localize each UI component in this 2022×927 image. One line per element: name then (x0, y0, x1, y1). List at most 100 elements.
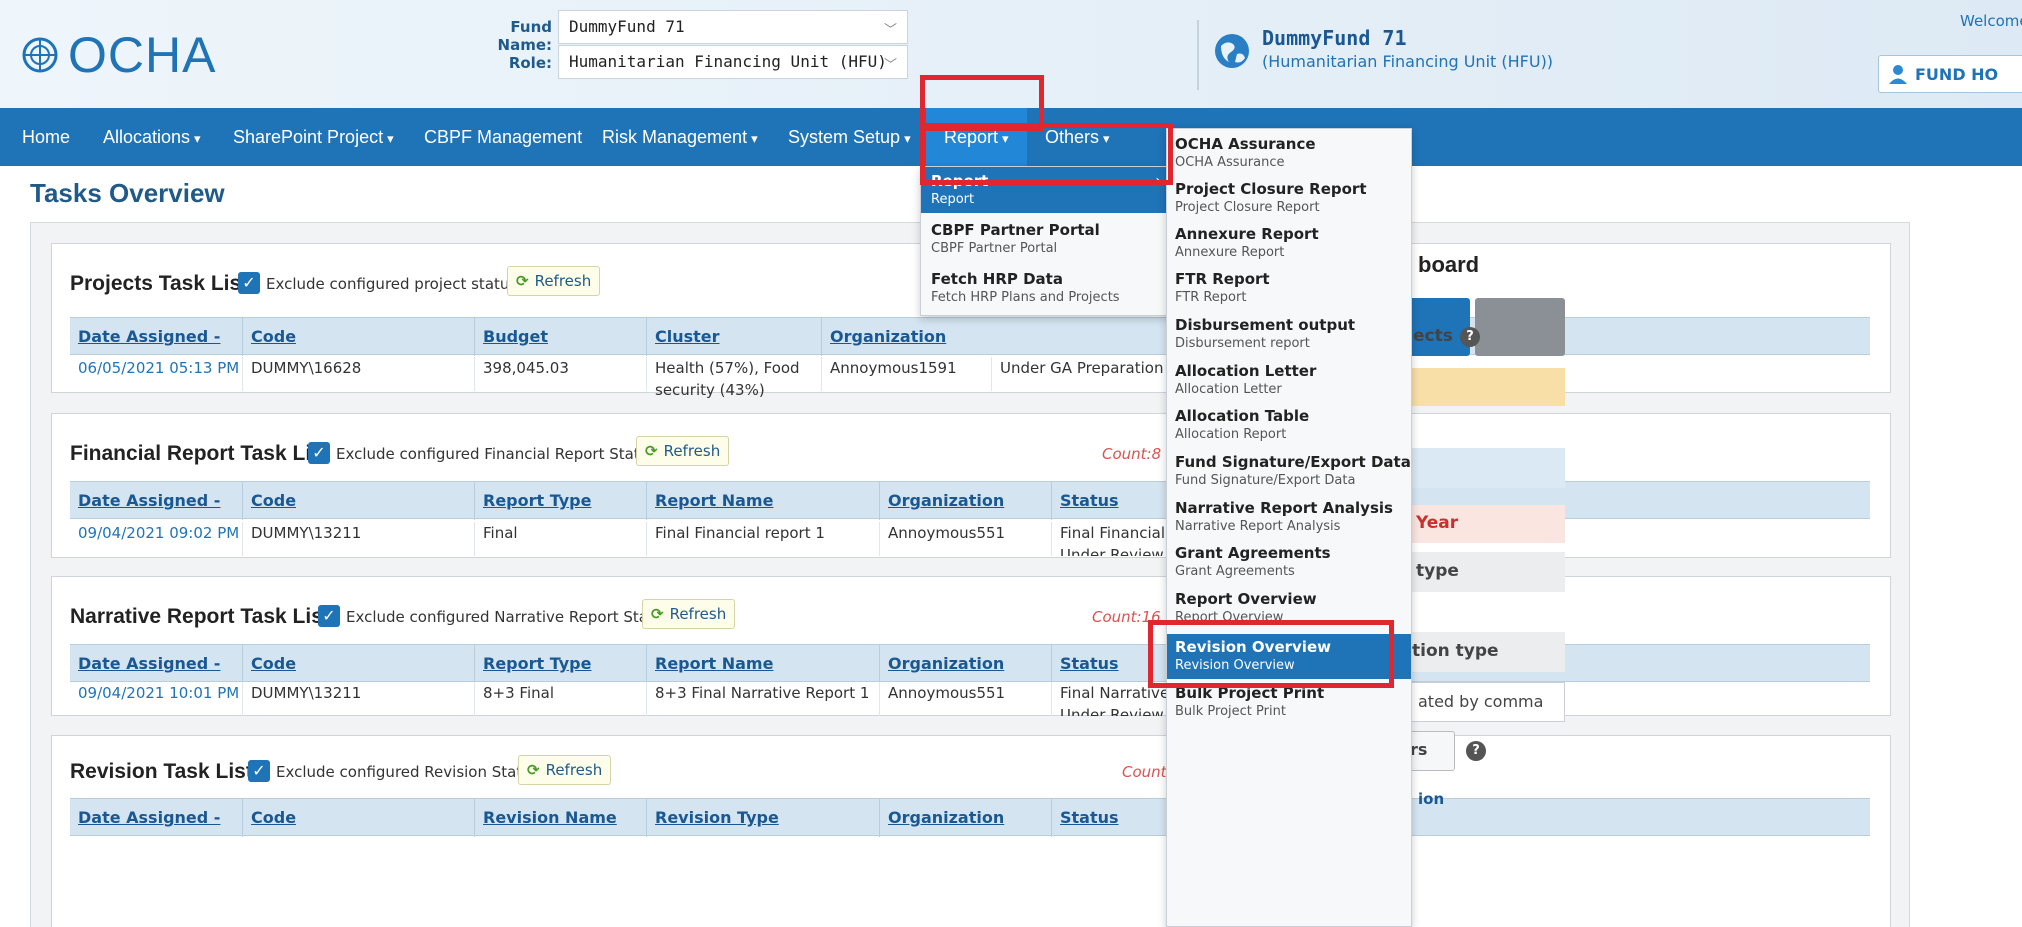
submenu-item-fund-signature-export[interactable]: Fund Signature/Export Data Fund Signature… (1167, 449, 1411, 494)
nav-cbpf-management[interactable]: CBPF Management (424, 108, 582, 166)
projects-refresh-button[interactable]: ⟳ Refresh (507, 266, 601, 296)
submenu-item-bulk-project-print[interactable]: Bulk Project Print Bulk Project Print (1167, 680, 1411, 725)
chevron-down-icon: ▾ (751, 131, 758, 146)
menu-item-fetch-hrp-data[interactable]: Fetch HRP Data Fetch HRP Plans and Proje… (921, 265, 1169, 311)
submenu-item-grant-agreements[interactable]: Grant Agreements Grant Agreements (1167, 540, 1411, 585)
submenu-item-ftr-report[interactable]: FTR Report FTR Report (1167, 266, 1411, 311)
narrative-task-title: Narrative Report Task List (70, 605, 330, 628)
submenu-item-revision-overview[interactable]: Revision Overview Revision Overview (1167, 634, 1411, 679)
tasks-container: Projects Task List ✓ Exclude configured … (30, 222, 1910, 927)
nav-risk-management[interactable]: Risk Management ▾ (602, 108, 758, 166)
financial-refresh-button[interactable]: ⟳ Refresh (636, 436, 730, 466)
narrative-refresh-button[interactable]: ⟳ Refresh (642, 599, 736, 629)
submenu-item-allocation-letter[interactable]: Allocation Letter Allocation Letter (1167, 358, 1411, 403)
help-icon[interactable]: ? (1460, 327, 1480, 347)
menu-item-sub: Fund Signature/Export Data (1175, 473, 1356, 488)
col-cluster[interactable]: Cluster (646, 318, 821, 356)
menu-item-report[interactable]: Report Report › (921, 167, 1169, 213)
col-code[interactable]: Code (242, 799, 474, 837)
menu-item-sub: Grant Agreements (1175, 564, 1295, 579)
nav-sharepoint[interactable]: SharePoint Project ▾ (233, 108, 394, 166)
menu-item-sub: Bulk Project Print (1175, 704, 1286, 719)
col-date-assigned[interactable]: Date Assigned - (70, 645, 242, 683)
financial-report-task-panel: Financial Report Task List ✓ Exclude con… (51, 413, 1891, 558)
exclude-revision-statuses-checkbox[interactable]: ✓ (248, 760, 270, 782)
exclude-narrative-statuses-checkbox[interactable]: ✓ (318, 605, 340, 627)
page-title: Tasks Overview (30, 178, 225, 208)
col-organization[interactable]: Organization (879, 799, 1051, 837)
cluster-line1: Health (57%), Food (655, 359, 800, 377)
revision-refresh-button[interactable]: ⟳ Refresh (518, 755, 612, 785)
current-fund-name: DummyFund 71 (1262, 26, 1407, 50)
table-row[interactable]: 06/05/2021 05:13 PM DUMMY\16628 398,045.… (70, 357, 1870, 399)
col-code[interactable]: Code (242, 645, 474, 683)
menu-item-title: Bulk Project Print (1175, 684, 1325, 702)
table-row[interactable]: 09/04/2021 09:02 PM DUMMY\13211 Final Fi… (70, 522, 1870, 556)
col-organization[interactable]: Organization (879, 482, 1051, 520)
refresh-label: Refresh (545, 761, 603, 779)
menu-item-sub: Revision Overview (1175, 658, 1295, 673)
refresh-icon: ⟳ (651, 605, 664, 623)
exclude-financial-statuses-checkbox[interactable]: ✓ (308, 442, 330, 464)
fund-home-button[interactable]: FUND HO (1878, 55, 2022, 93)
col-date-assigned[interactable]: Date Assigned - (70, 799, 242, 837)
row-date[interactable]: 09/04/2021 10:01 PM (70, 682, 242, 716)
submenu-item-allocation-table[interactable]: Allocation Table Allocation Report (1167, 403, 1411, 448)
menu-item-sub: Report Overview (1175, 610, 1284, 625)
menu-item-title: CBPF Partner Portal (931, 221, 1100, 239)
dashboard-grey-button[interactable] (1475, 298, 1565, 356)
status-line2: Under Review (1060, 706, 1164, 716)
menu-item-sub: Fetch HRP Plans and Projects (931, 290, 1120, 305)
submenu-item-project-closure-report[interactable]: Project Closure Report Project Closure Re… (1167, 176, 1411, 221)
nav-others[interactable]: Others ▾ (1045, 108, 1110, 166)
menu-item-cbpf-partner-portal[interactable]: CBPF Partner Portal CBPF Partner Portal (921, 216, 1169, 262)
col-report-type[interactable]: Report Type (474, 645, 646, 683)
col-organization[interactable]: Organization (879, 645, 1051, 683)
nav-system-label: System Setup (788, 127, 901, 147)
narrative-report-task-panel: Narrative Report Task List ✓ Exclude con… (51, 576, 1891, 716)
exclude-project-statuses-checkbox[interactable]: ✓ (238, 272, 260, 294)
ocha-logo[interactable]: OCHA (22, 26, 216, 84)
table-row[interactable]: 09/04/2021 10:01 PM DUMMY\13211 8+3 Fina… (70, 682, 1870, 716)
col-date-assigned[interactable]: Date Assigned - (70, 482, 242, 520)
refresh-icon: ⟳ (516, 272, 529, 290)
col-code[interactable]: Code (242, 318, 474, 356)
col-report-name[interactable]: Report Name (646, 482, 879, 520)
submenu-item-narrative-report-analysis[interactable]: Narrative Report Analysis Narrative Repor… (1167, 495, 1411, 540)
chevron-down-icon: ﹀ (883, 23, 897, 38)
col-code[interactable]: Code (242, 482, 474, 520)
submenu-item-disbursement-output[interactable]: Disbursement output Disbursement report (1167, 312, 1411, 357)
col-report-type[interactable]: Report Type (474, 482, 646, 520)
role-value: Humanitarian Financing Unit (HFU) (569, 52, 887, 71)
nav-allocations[interactable]: Allocations ▾ (103, 108, 201, 166)
revision-task-panel: Revision Task List ✓ Exclude configured … (51, 735, 1891, 927)
row-date[interactable]: 09/04/2021 09:02 PM (70, 522, 242, 556)
nav-system-setup[interactable]: System Setup ▾ (788, 108, 911, 166)
row-report-type: Final (474, 522, 646, 556)
menu-item-title: Grant Agreements (1175, 544, 1331, 562)
exclude-narrative-statuses-label: Exclude configured Narrative Report Stat… (346, 608, 689, 626)
col-budget[interactable]: Budget (474, 318, 646, 356)
row-date[interactable]: 06/05/2021 05:13 PM (70, 357, 242, 391)
col-revision-name[interactable]: Revision Name (474, 799, 646, 837)
fund-name-select[interactable]: DummyFund 71 ﹀ (558, 10, 908, 44)
submenu-item-report-overview[interactable]: Report Overview Report Overview (1167, 586, 1411, 631)
cluster-line2: security (43%) (655, 381, 765, 399)
submenu-item-ocha-assurance[interactable]: OCHA Assurance OCHA Assurance (1167, 131, 1411, 176)
refresh-label: Refresh (534, 272, 592, 290)
col-report-name[interactable]: Report Name (646, 645, 879, 683)
row-cluster: Health (57%), Food security (43%) (646, 357, 821, 399)
col-date-assigned[interactable]: Date Assigned - (70, 318, 242, 356)
nav-report[interactable]: Report ▾ (926, 108, 1027, 166)
nav-risk-label: Risk Management (602, 127, 748, 147)
col-revision-type[interactable]: Revision Type (646, 799, 879, 837)
welcome-text: Welcome (1960, 12, 2022, 30)
submenu-item-annexure-report[interactable]: Annexure Report Annexure Report (1167, 221, 1411, 266)
menu-item-sub: Disbursement report (1175, 336, 1310, 351)
nav-report-label: Report (944, 127, 999, 147)
nav-home[interactable]: Home (22, 108, 70, 166)
help-icon[interactable]: ? (1466, 741, 1486, 761)
dashboard-title: board (1418, 252, 1480, 277)
col-organization[interactable]: Organization (821, 318, 1001, 356)
role-select[interactable]: Humanitarian Financing Unit (HFU) ﹀ (558, 45, 908, 79)
